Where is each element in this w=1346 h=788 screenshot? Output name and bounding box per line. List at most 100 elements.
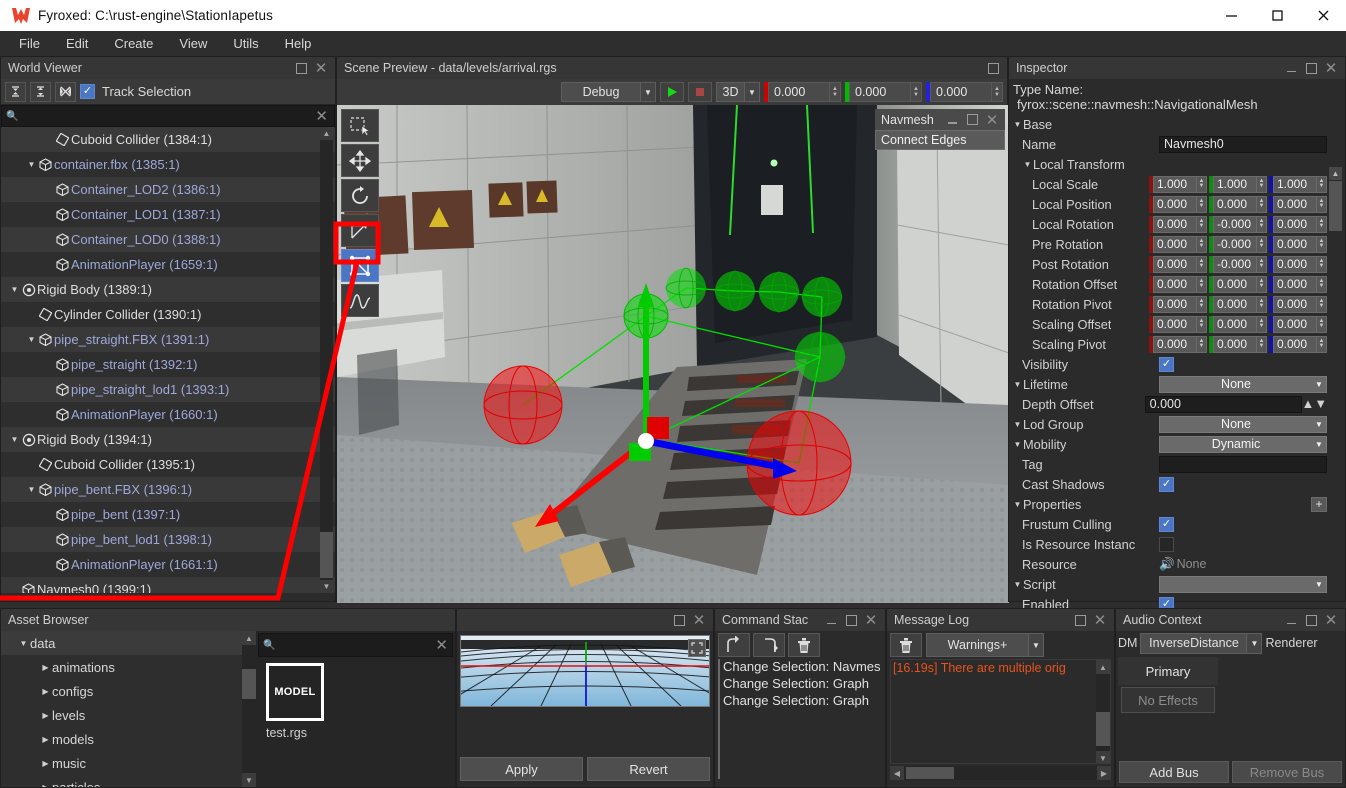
expander-icon[interactable]: ▶ bbox=[39, 711, 52, 720]
message-filter-dropdown[interactable]: Warnings+ ▼ bbox=[926, 633, 1044, 657]
value-stepper[interactable]: ▲▼ bbox=[1257, 195, 1267, 213]
folder-item[interactable]: ▶ particles bbox=[1, 775, 242, 788]
value-stepper[interactable]: ▲▼ bbox=[1257, 235, 1267, 253]
vector3-field[interactable]: 0.000 ▲ ▼ 0.000 ▲ ▼ 0.000 ▲ ▼ bbox=[1149, 275, 1327, 293]
navmesh-close-button[interactable]: ✕ bbox=[982, 111, 1002, 129]
value-stepper[interactable]: ▲▼ bbox=[1257, 315, 1267, 333]
expander-icon[interactable]: ▼ bbox=[17, 639, 30, 648]
command-entry[interactable]: Change Selection: Navmes bbox=[720, 659, 882, 676]
scroll-down-button[interactable]: ▼ bbox=[1096, 751, 1110, 763]
expander-icon[interactable]: ▶ bbox=[39, 759, 52, 768]
tree-item[interactable]: Cuboid Collider (1395:1) bbox=[1, 452, 335, 477]
vector-component[interactable]: 1.000 ▲ ▼ bbox=[1209, 175, 1267, 193]
value-stepper[interactable]: ▲▼ bbox=[1317, 195, 1327, 213]
snap-x-field[interactable]: 0.000 ▲ ▼ bbox=[764, 82, 841, 102]
menu-help[interactable]: Help bbox=[272, 34, 325, 53]
dropdown-wrap[interactable]: Dynamic ▼ bbox=[1159, 435, 1327, 453]
tree-item[interactable]: ▼ Rigid Body (1394:1) bbox=[1, 427, 335, 452]
asset-tile[interactable]: MODEL test.rgs bbox=[265, 663, 324, 740]
audio-context-close-button[interactable]: ✕ bbox=[1321, 611, 1341, 629]
apply-button[interactable]: Apply bbox=[460, 757, 583, 781]
clear-icon[interactable]: ✕ bbox=[435, 636, 448, 654]
trash-icon[interactable] bbox=[890, 633, 922, 657]
vector-component[interactable]: 0.000 ▲ ▼ bbox=[1269, 195, 1327, 213]
audio-bus-column[interactable]: Primary No Effects bbox=[1118, 657, 1218, 762]
value-stepper[interactable]: ▲▼ bbox=[1257, 275, 1267, 293]
vector-component[interactable]: 0.000 ▲ ▼ bbox=[1209, 295, 1267, 313]
collapse-all-icon[interactable] bbox=[5, 81, 26, 102]
vector-component[interactable]: -0.000 ▲ ▼ bbox=[1209, 215, 1267, 233]
expander-icon[interactable]: ▼ bbox=[9, 435, 20, 444]
scroll-right-button[interactable]: ▶ bbox=[1097, 766, 1111, 780]
checkbox-wrap[interactable] bbox=[1159, 536, 1327, 552]
vector3-field[interactable]: 0.000 ▲ ▼ -0.000 ▲ ▼ 0.000 ▲ ▼ bbox=[1149, 255, 1327, 273]
vector-component[interactable]: 0.000 ▲ ▼ bbox=[1209, 315, 1267, 333]
message-list[interactable]: [16.19s] There are multiple orig ▲ ▼ bbox=[890, 659, 1111, 764]
tree-item[interactable]: AnimationPlayer (1659:1) bbox=[1, 252, 335, 277]
vector-component[interactable]: 0.000 ▲ ▼ bbox=[1269, 335, 1327, 353]
asset-search-input[interactable] bbox=[275, 638, 436, 652]
expander-icon[interactable]: ▼ bbox=[26, 160, 37, 169]
value-stepper[interactable]: ▲▼ bbox=[1197, 275, 1207, 293]
asset-folder-tree[interactable]: ▼ data ▶ animations ▶ configs ▶ levels ▶ models ▶ m… bbox=[1, 631, 242, 787]
value-stepper[interactable]: ▲▼ bbox=[1317, 235, 1327, 253]
dropdown[interactable]: Dynamic ▼ bbox=[1159, 435, 1327, 453]
menu-create[interactable]: Create bbox=[101, 34, 166, 53]
maximize-button[interactable] bbox=[1254, 0, 1300, 31]
expander-icon[interactable]: ▶ bbox=[39, 687, 52, 696]
folder-item[interactable]: ▶ levels bbox=[1, 703, 242, 727]
tree-item[interactable]: AnimationPlayer (1660:1) bbox=[1, 402, 335, 427]
play-button[interactable] bbox=[660, 82, 684, 102]
distance-model-dropdown[interactable]: InverseDistance ▼ bbox=[1140, 632, 1263, 654]
snap-x-stepper[interactable]: ▲ ▼ bbox=[830, 82, 841, 102]
vector3-field[interactable]: 0.000 ▲ ▼ 0.000 ▲ ▼ 0.000 ▲ ▼ bbox=[1149, 195, 1327, 213]
scroll-up-button[interactable]: ▲ bbox=[1096, 660, 1110, 674]
expander-icon[interactable]: ▼ bbox=[9, 285, 20, 294]
tree-item[interactable]: Container_LOD2 (1386:1) bbox=[1, 177, 335, 202]
value-stepper[interactable]: ▲▼ bbox=[1302, 396, 1327, 413]
add-bus-button[interactable]: Add Bus bbox=[1119, 761, 1229, 783]
asset-items-area[interactable]: 🔍 ✕ MODEL test.rgs bbox=[255, 631, 455, 787]
scrollbar-thumb[interactable] bbox=[906, 767, 954, 779]
vector-component[interactable]: 0.000 ▲ ▼ bbox=[1149, 215, 1207, 233]
vector-component[interactable]: 0.000 ▲ ▼ bbox=[1269, 295, 1327, 313]
tree-item[interactable]: ▼ pipe_bent.FBX (1396:1) bbox=[1, 477, 335, 502]
scroll-down-button[interactable]: ▼ bbox=[241, 773, 256, 787]
vector3-field[interactable]: 0.000 ▲ ▼ -0.000 ▲ ▼ 0.000 ▲ ▼ bbox=[1149, 215, 1327, 233]
scrollbar-thumb[interactable] bbox=[1096, 712, 1110, 746]
text-field[interactable]: Navmesh0 bbox=[1159, 135, 1327, 153]
scale-icon[interactable] bbox=[341, 214, 379, 247]
value-stepper[interactable]: ▲▼ bbox=[1197, 315, 1207, 333]
scene-graph-tree[interactable]: ▲ ▼ Cuboid Collider (1384:1) ▼ container.f… bbox=[1, 127, 335, 593]
expander-icon[interactable]: ▶ bbox=[39, 783, 52, 788]
vector-component[interactable]: 0.000 ▲ ▼ bbox=[1269, 275, 1327, 293]
menu-edit[interactable]: Edit bbox=[53, 34, 101, 53]
audio-context-minimize-button[interactable] bbox=[1281, 611, 1301, 629]
folder-item[interactable]: ▼ data bbox=[1, 631, 242, 655]
snap-y-stepper[interactable]: ▲ ▼ bbox=[911, 82, 922, 102]
expander-icon[interactable]: ▼ bbox=[1012, 120, 1023, 129]
value-stepper[interactable]: ▲▼ bbox=[1317, 175, 1327, 193]
expand-all-icon[interactable] bbox=[30, 81, 51, 102]
clear-icon[interactable]: ✕ bbox=[313, 107, 330, 125]
redo-icon[interactable] bbox=[753, 633, 785, 657]
vector-component[interactable]: 0.000 ▲ ▼ bbox=[1149, 315, 1207, 333]
snap-z-field[interactable]: 0.000 ▲ ▼ bbox=[926, 82, 1003, 102]
expander-icon[interactable]: ▼ bbox=[1012, 580, 1023, 589]
text-field-wrap[interactable]: Navmesh0 bbox=[1159, 135, 1327, 153]
rotate-icon[interactable] bbox=[341, 179, 379, 212]
value-stepper[interactable]: ▲▼ bbox=[1317, 215, 1327, 233]
vector-component[interactable]: 0.000 ▲ ▼ bbox=[1209, 335, 1267, 353]
checkbox[interactable]: ✓ bbox=[1159, 516, 1174, 532]
expander-icon[interactable]: ▼ bbox=[26, 485, 37, 494]
folder-item[interactable]: ▶ configs bbox=[1, 679, 242, 703]
expander-icon[interactable]: ▼ bbox=[1012, 500, 1023, 509]
navmesh-minimize-button[interactable] bbox=[942, 111, 962, 129]
move-arrows-icon[interactable] bbox=[341, 144, 379, 177]
command-stack-maximize-button[interactable] bbox=[841, 611, 861, 629]
command-stack-minimize-button[interactable] bbox=[821, 611, 841, 629]
world-viewer-scrollbar[interactable]: ▲ ▼ bbox=[320, 127, 333, 593]
folder-item[interactable]: ▶ models bbox=[1, 727, 242, 751]
select-rect-icon[interactable] bbox=[341, 109, 379, 142]
checkbox[interactable]: ✓ bbox=[1159, 476, 1174, 492]
